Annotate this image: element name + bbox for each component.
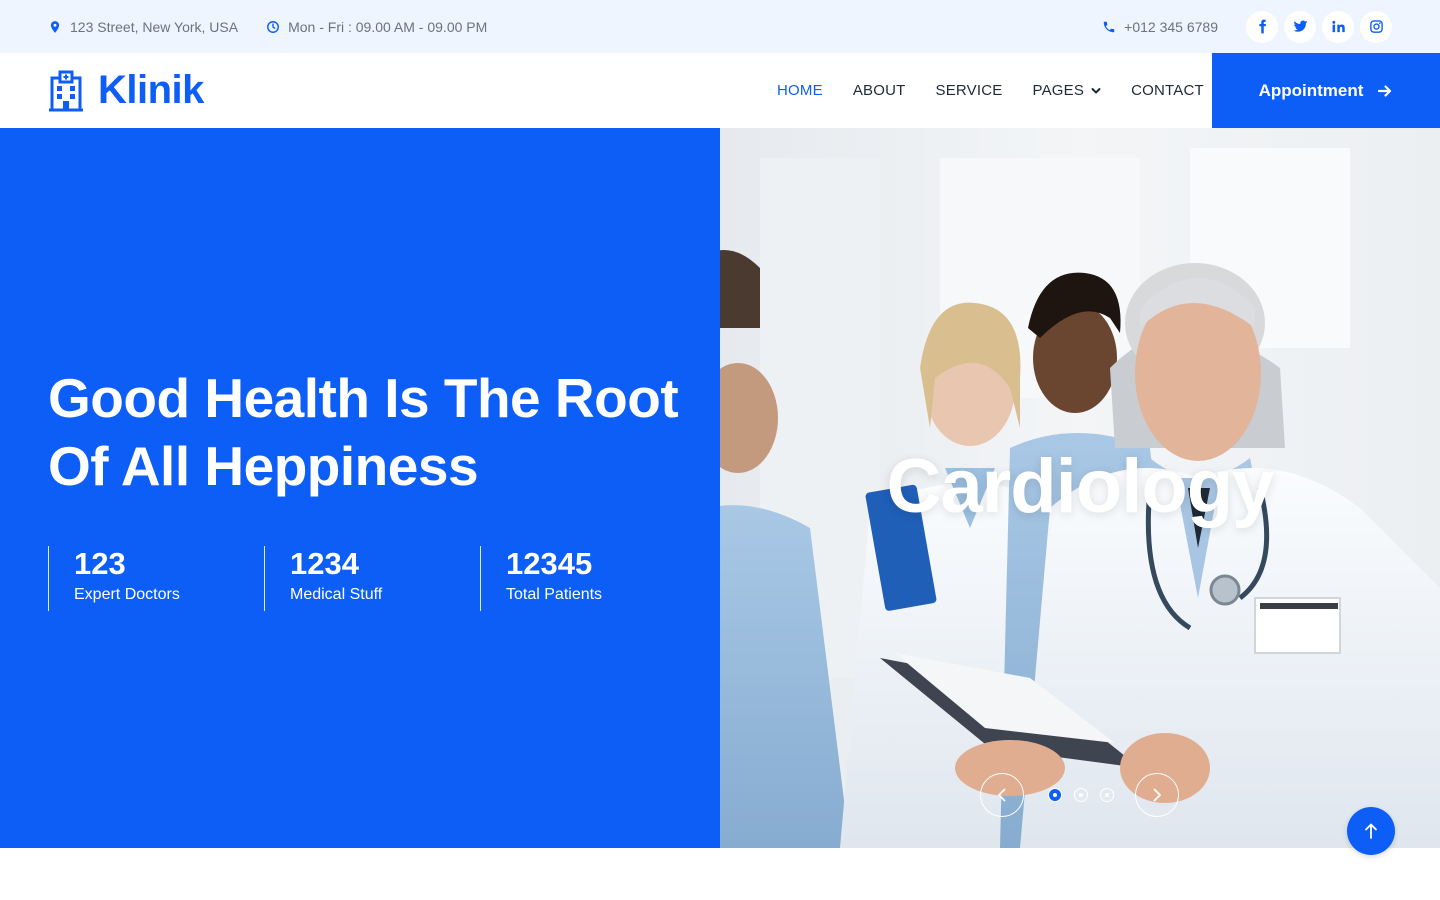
chevron-right-icon: [1153, 788, 1161, 802]
carousel-dot-2[interactable]: [1074, 788, 1088, 802]
stat-label: Medical Stuff: [290, 586, 383, 603]
chevron-left-icon: [998, 788, 1006, 802]
hours-text: Mon - Fri : 09.00 AM - 09.00 PM: [288, 18, 488, 35]
instagram-link[interactable]: [1360, 10, 1392, 43]
stat-label: Total Patients: [506, 586, 603, 603]
address-info: 123 Street, New York, USA: [48, 19, 238, 35]
arrow-right-icon: [1378, 84, 1392, 97]
top-bar: 123 Street, New York, USA Mon - Fri : 09…: [0, 0, 1440, 53]
stat-patients: 12345 Total Patients: [480, 546, 696, 611]
stat-doctors: 123 Expert Doctors: [48, 546, 264, 611]
hero-carousel: Cardiology: [720, 128, 1440, 848]
nav-about[interactable]: ABOUT: [853, 82, 906, 99]
twitter-icon: [1293, 20, 1307, 32]
stat-number: 1234: [290, 546, 359, 581]
hero-panel: Good Health Is The Root Of All Heppiness…: [0, 128, 720, 848]
twitter-link[interactable]: [1284, 10, 1316, 43]
hours-info: Mon - Fri : 09.00 AM - 09.00 PM: [266, 19, 487, 35]
stat-number: 123: [74, 546, 126, 581]
chevron-down-icon: [1091, 87, 1101, 93]
nav-contact[interactable]: CONTACT: [1131, 82, 1204, 99]
address-text: 123 Street, New York, USA: [70, 18, 239, 35]
appointment-button[interactable]: Appointment: [1212, 53, 1440, 128]
instagram-icon: [1369, 20, 1383, 33]
carousel-dot-1[interactable]: [1048, 788, 1062, 802]
carousel-dot-3[interactable]: [1100, 788, 1114, 802]
stat-number: 12345: [506, 546, 593, 581]
back-to-top-button[interactable]: [1347, 807, 1395, 855]
stats-row: 123 Expert Doctors 1234 Medical Stuff 12…: [48, 546, 696, 611]
nav-pages-dropdown[interactable]: PAGES: [1032, 82, 1101, 99]
arrow-up-icon: [1365, 823, 1377, 839]
location-pin-icon: [50, 20, 60, 33]
phone-info[interactable]: +012 345 6789: [1102, 19, 1218, 35]
linkedin-link[interactable]: [1322, 10, 1354, 43]
nav-service[interactable]: SERVICE: [936, 82, 1003, 99]
hero-title: Good Health Is The Root Of All Heppiness: [48, 364, 688, 500]
nav-pages-label: PAGES: [1032, 82, 1085, 99]
carousel-dots: [1048, 788, 1114, 802]
linkedin-icon: [1331, 20, 1345, 33]
carousel-prev-button[interactable]: [980, 773, 1024, 817]
hospital-icon: [49, 70, 83, 111]
clock-icon: [267, 20, 280, 33]
phone-text: +012 345 6789: [1124, 18, 1218, 35]
navbar: Klinik HOME ABOUT SERVICE PAGES CONTACT …: [0, 53, 1440, 128]
facebook-link[interactable]: [1246, 10, 1278, 43]
stat-label: Expert Doctors: [74, 586, 180, 603]
stat-staff: 1234 Medical Stuff: [264, 546, 480, 611]
carousel-next-button[interactable]: [1135, 773, 1179, 817]
facebook-icon: [1258, 19, 1266, 34]
brand-logo[interactable]: Klinik: [48, 53, 204, 128]
slide-title-text: Cardiology: [886, 444, 1275, 529]
brand-name: Klinik: [98, 68, 204, 112]
nav-home[interactable]: HOME: [777, 82, 823, 99]
appointment-label: Appointment: [1258, 80, 1364, 100]
hero-title-line2: Of All Heppiness: [48, 435, 479, 497]
slide-title: Cardiology: [720, 443, 1440, 530]
phone-icon: [1103, 21, 1115, 32]
main-nav: HOME ABOUT SERVICE PAGES CONTACT: [777, 53, 1204, 128]
hero-title-line1: Good Health Is The Root: [48, 367, 679, 429]
